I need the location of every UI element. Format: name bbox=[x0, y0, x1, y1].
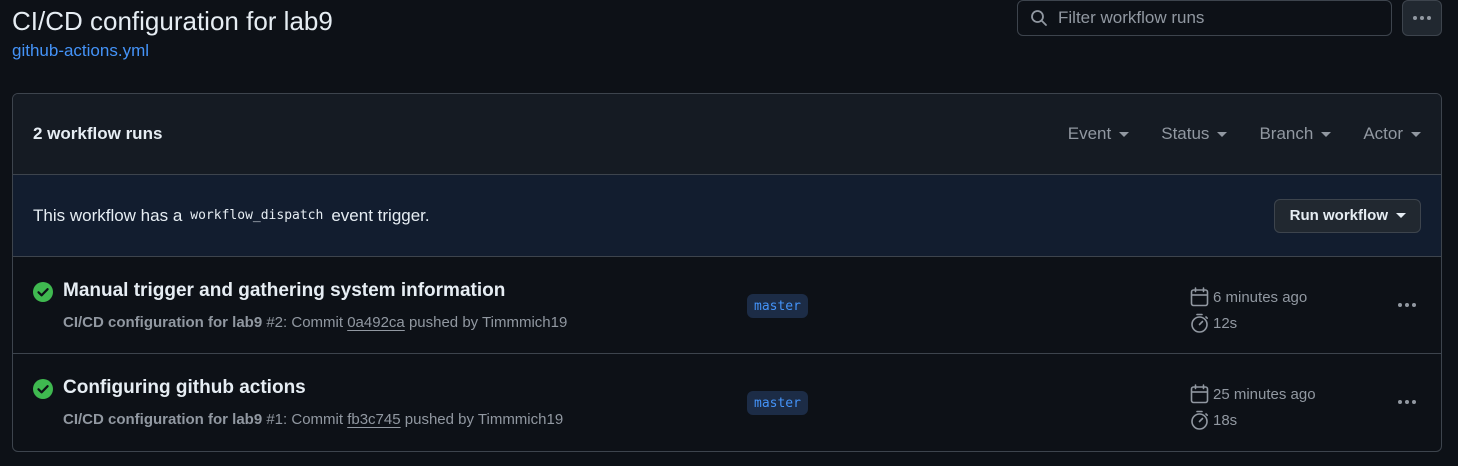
filter-label: Status bbox=[1161, 124, 1210, 143]
run-number: #2 bbox=[266, 314, 284, 331]
filter-label: Actor bbox=[1363, 124, 1403, 143]
workflow-file-link[interactable]: github-actions.yml bbox=[12, 40, 149, 62]
run-duration: 12s bbox=[1190, 310, 1307, 336]
run-workflow-label: Run workflow bbox=[1289, 207, 1388, 224]
calendar-icon bbox=[1190, 384, 1209, 404]
filter-actor[interactable]: Actor bbox=[1363, 124, 1421, 144]
runs-header: 2 workflow runs Event Status Branch Acto… bbox=[13, 94, 1441, 175]
filter-branch[interactable]: Branch bbox=[1259, 124, 1332, 144]
run-options-button[interactable] bbox=[1391, 293, 1423, 317]
filter-label: Event bbox=[1067, 124, 1112, 143]
run-workflow-name: CI/CD configuration for lab9 bbox=[63, 411, 263, 428]
branch-badge[interactable]: master bbox=[747, 391, 808, 415]
filter-label: Branch bbox=[1259, 124, 1314, 143]
runs-count: 2 workflow runs bbox=[33, 124, 163, 143]
filter-status[interactable]: Status bbox=[1161, 124, 1228, 144]
run-title-link[interactable]: Manual trigger and gathering system info… bbox=[63, 280, 505, 302]
run-date: 25 minutes ago bbox=[1190, 381, 1316, 407]
stopwatch-icon bbox=[1191, 410, 1209, 430]
caret-down-icon bbox=[1321, 131, 1332, 137]
page-title: CI/CD configuration for lab9 bbox=[12, 6, 333, 36]
caret-down-icon bbox=[1411, 131, 1421, 137]
commit-sha-link[interactable]: 0a492ca bbox=[347, 314, 405, 331]
run-commit-prefix: : Commit bbox=[283, 314, 344, 331]
dispatch-event-code: workflow_dispatch bbox=[190, 208, 324, 223]
more-options-button[interactable] bbox=[1402, 0, 1442, 36]
run-number: #1 bbox=[266, 411, 284, 428]
run-date: 6 minutes ago bbox=[1190, 284, 1307, 310]
run-commit-prefix: : Commit bbox=[283, 411, 344, 428]
workflow-runs-page: CI/CD configuration for lab9 github-acti… bbox=[0, 0, 1458, 466]
run-meta: CI/CD configuration for lab9 #1: Commit … bbox=[63, 411, 563, 428]
calendar-icon bbox=[1190, 287, 1209, 307]
run-pushed-by: pushed by Timmmich19 bbox=[408, 314, 568, 331]
caret-down-icon bbox=[1396, 213, 1406, 218]
run-workflow-button[interactable]: Run workflow bbox=[1273, 198, 1421, 233]
kebab-horizontal-icon bbox=[1413, 16, 1431, 20]
run-time-ago: 25 minutes ago bbox=[1213, 385, 1316, 403]
run-time-ago: 6 minutes ago bbox=[1213, 288, 1308, 306]
caret-down-icon bbox=[1217, 131, 1228, 137]
caret-down-icon bbox=[1119, 131, 1130, 137]
run-duration-value: 18s bbox=[1213, 411, 1238, 429]
run-meta: CI/CD configuration for lab9 #2: Commit … bbox=[63, 314, 567, 331]
branch-badge[interactable]: master bbox=[747, 294, 808, 318]
run-timing: 6 minutes ago 12s bbox=[1190, 284, 1307, 336]
filter-event[interactable]: Event bbox=[1067, 124, 1130, 144]
run-timing: 25 minutes ago 18s bbox=[1190, 381, 1316, 433]
search-icon bbox=[1030, 9, 1048, 27]
kebab-horizontal-icon bbox=[1398, 400, 1416, 404]
run-workflow-name: CI/CD configuration for lab9 bbox=[63, 314, 263, 331]
commit-sha-link[interactable]: fb3c745 bbox=[347, 411, 400, 428]
workflow-run-row[interactable]: Manual trigger and gathering system info… bbox=[13, 257, 1441, 354]
stopwatch-icon bbox=[1191, 313, 1209, 333]
run-duration-value: 12s bbox=[1213, 314, 1238, 332]
check-circle-icon bbox=[33, 282, 53, 302]
workflow-run-row[interactable]: Configuring github actions CI/CD configu… bbox=[13, 354, 1441, 451]
workflow-runs-box: 2 workflow runs Event Status Branch Acto… bbox=[12, 93, 1442, 452]
dispatch-text-prefix: This workflow has a bbox=[33, 205, 183, 225]
dispatch-banner: This workflow has a workflow_dispatch ev… bbox=[13, 175, 1441, 257]
search-input[interactable] bbox=[1048, 1, 1391, 35]
kebab-horizontal-icon bbox=[1398, 303, 1416, 307]
check-circle-icon bbox=[33, 379, 53, 399]
run-title-link[interactable]: Configuring github actions bbox=[63, 377, 306, 399]
run-pushed-by: pushed by Timmmich19 bbox=[404, 411, 564, 428]
run-options-button[interactable] bbox=[1391, 390, 1423, 414]
filter-runs-search[interactable] bbox=[1017, 0, 1392, 36]
run-duration: 18s bbox=[1190, 407, 1316, 433]
run-filters: Event Status Branch Actor bbox=[1036, 124, 1421, 144]
dispatch-text-suffix: event trigger. bbox=[331, 205, 430, 225]
